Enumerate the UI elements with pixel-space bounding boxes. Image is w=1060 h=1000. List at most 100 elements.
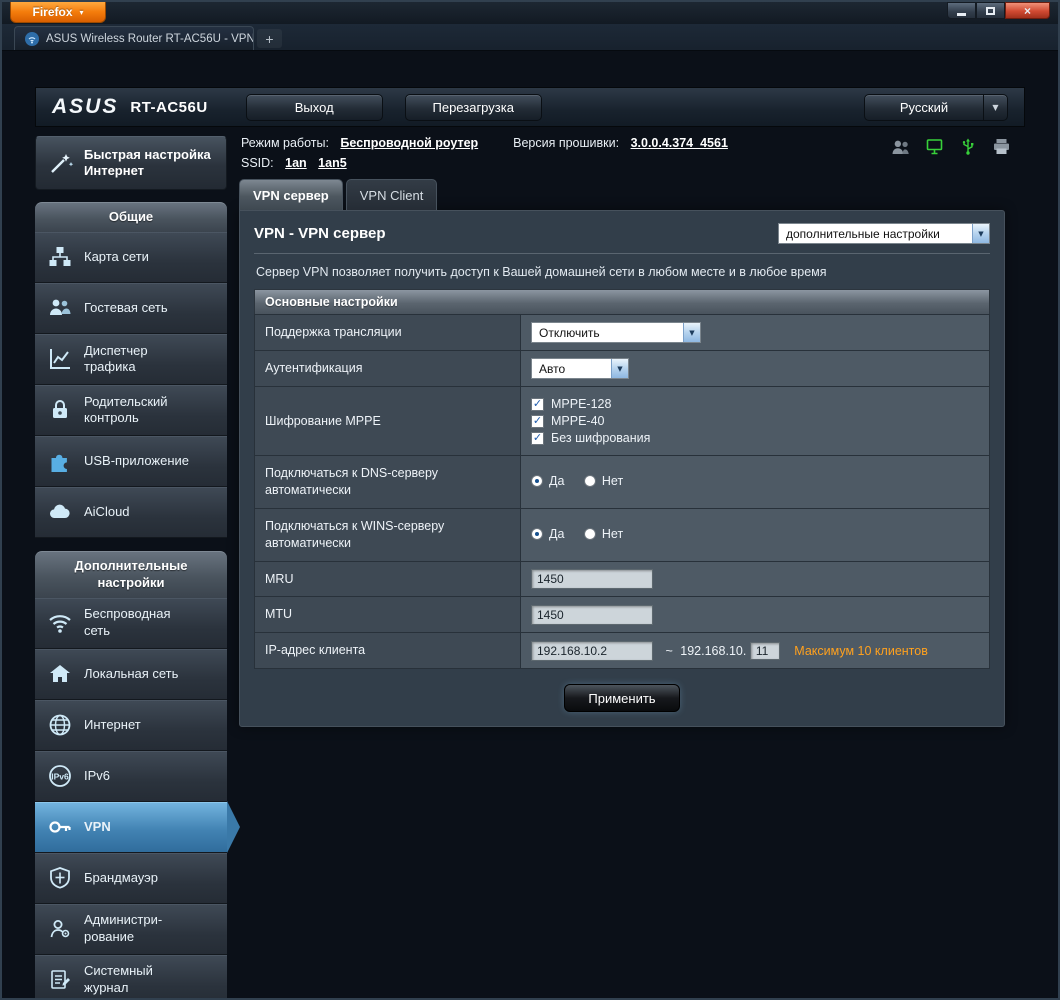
dns-auto-no-radio[interactable]: Нет <box>583 474 623 488</box>
settings-mode-select[interactable]: дополнительные настройки ▼ <box>778 223 990 244</box>
guest-network-icon <box>45 295 75 321</box>
radio-label: Да <box>549 473 565 488</box>
sidebar-item-firewall[interactable]: Брандмауэр <box>35 852 227 904</box>
table-row-mtu: MTU <box>254 596 990 634</box>
reboot-button[interactable]: Перезагрузка <box>404 93 542 121</box>
sidebar-header-general: Общие <box>35 202 227 232</box>
no-encryption-checkbox[interactable]: Без шифрования <box>531 431 979 445</box>
printer-icon[interactable] <box>992 138 1011 155</box>
dns-auto-yes-radio[interactable]: Да <box>531 474 564 488</box>
sidebar-item-network-map[interactable]: Карта сети <box>35 231 227 283</box>
sidebar-item-parental-control[interactable]: Родительский контроль <box>35 384 227 436</box>
row-value <box>520 560 990 598</box>
ssid-link-2[interactable]: 1an5 <box>318 156 347 170</box>
close-button[interactable]: × <box>1005 2 1050 19</box>
vpn-settings-panel: VPN - VPN сервер дополнительные настройк… <box>239 210 1005 728</box>
new-tab-button[interactable]: + <box>257 29 282 48</box>
svg-text:IPv6: IPv6 <box>51 772 69 782</box>
broadcast-support-value: Отключить <box>539 325 600 340</box>
sidebar-item-vpn[interactable]: VPN <box>35 801 227 853</box>
sidebar-item-label: Родительский контроль <box>84 393 168 426</box>
ssid-link-1[interactable]: 1an <box>285 156 307 170</box>
sidebar-group-advanced: Дополнительные настройки Беспроводная се… <box>35 550 227 998</box>
page-viewport: ASUS RT-AC56U Выход Перезагрузка Русский… <box>2 50 1058 998</box>
settings-table: Поддержка трансляции Отключить ▼ Аутенти… <box>254 314 990 670</box>
ipv6-icon: IPv6 <box>45 763 75 789</box>
radio-selected-icon <box>531 474 543 487</box>
row-label: Шифрование MPPE <box>254 386 521 456</box>
authentication-select[interactable]: Авто ▼ <box>531 358 629 379</box>
authentication-value: Авто <box>539 361 566 376</box>
radio-icon <box>583 527 596 540</box>
sidebar-item-aicloud[interactable]: AiCloud <box>35 486 227 538</box>
usb-status-icon[interactable] <box>959 138 977 155</box>
sidebar-item-label: Администри-рование <box>84 912 163 945</box>
sidebar-item-administration[interactable]: Администри-рование <box>35 903 227 955</box>
sidebar-header-advanced: Дополнительные настройки <box>35 550 227 598</box>
browser-tab[interactable]: ASUS Wireless Router RT-AC56U - VPN c... <box>14 26 254 50</box>
logout-button[interactable]: Выход <box>245 93 383 121</box>
sidebar-item-label: IPv6 <box>84 767 111 783</box>
sidebar-item-system-log[interactable]: Системный журнал <box>35 954 227 998</box>
ssid-label: SSID: <box>241 156 274 170</box>
max-clients-note: Максимум 10 клиентов <box>794 643 928 658</box>
router-header: ASUS RT-AC56U Выход Перезагрузка Русский… <box>35 87 1025 127</box>
sidebar-item-label: Системный журнал <box>84 963 153 996</box>
minimize-icon <box>957 12 966 16</box>
sidebar-item-quick-setup[interactable]: Быстрая настройка Интернет <box>35 136 227 190</box>
row-value: Авто ▼ <box>520 350 990 387</box>
language-label: Русский <box>899 99 949 115</box>
sidebar-item-guest-network[interactable]: Гостевая сеть <box>35 282 227 334</box>
wins-auto-no-radio[interactable]: Нет <box>583 526 624 541</box>
admin-person-icon <box>45 916 75 942</box>
traffic-manager-icon <box>45 346 75 372</box>
magic-wand-icon <box>46 150 76 176</box>
router-body: Быстрая настройка Интернет Общие Карта с… <box>35 127 1025 998</box>
clients-icon[interactable] <box>891 138 910 155</box>
broadcast-support-select[interactable]: Отключить ▼ <box>531 322 701 343</box>
table-row-authentication: Аутентификация Авто ▼ <box>254 350 990 387</box>
minimize-button[interactable] <box>947 2 976 19</box>
mppe-128-checkbox[interactable]: MPPE-128 <box>531 397 979 411</box>
browser-window: Firefox ▾ × ASUS Wireless Router RT-AC56… <box>0 0 1060 1000</box>
language-selector[interactable]: Русский ▼ <box>864 93 1008 121</box>
maximize-button[interactable] <box>976 2 1005 19</box>
mtu-input[interactable] <box>531 604 653 625</box>
sidebar-item-usb-application[interactable]: USB-приложение <box>35 435 227 487</box>
sidebar-item-wan[interactable]: Интернет <box>35 699 227 751</box>
radio-icon <box>583 474 596 487</box>
checkbox-label: Без шифрования <box>551 431 651 445</box>
row-label: MRU <box>254 560 521 598</box>
tab-vpn-server[interactable]: VPN сервер <box>239 179 343 210</box>
router-model: RT-AC56U <box>130 98 208 116</box>
router-ui: ASUS RT-AC56U Выход Перезагрузка Русский… <box>35 87 1025 998</box>
main-content: Режим работы: Беспроводной роутер Версия… <box>227 127 1025 728</box>
status-icons <box>891 136 1021 176</box>
sidebar-item-traffic-manager[interactable]: Диспетчер трафика <box>35 333 227 385</box>
vpn-key-icon <box>45 814 75 840</box>
row-value: Отключить ▼ <box>520 314 990 351</box>
radio-label: Нет <box>601 526 624 541</box>
section-header: Основные настройки <box>254 289 990 314</box>
table-row-dns: Подключаться к DNS-серверу автоматически… <box>254 455 990 509</box>
sidebar-item-wireless[interactable]: Беспроводная сеть <box>35 597 227 649</box>
sidebar-item-ipv6[interactable]: IPv6 IPv6 <box>35 750 227 802</box>
firmware-version-link[interactable]: 3.0.0.4.374_4561 <box>631 136 728 150</box>
checkbox-label: MPPE-128 <box>551 397 612 411</box>
tab-vpn-client[interactable]: VPN Client <box>345 179 438 210</box>
row-value: Да Нет <box>520 455 990 509</box>
window-titlebar: Firefox ▾ × <box>2 2 1058 24</box>
operation-mode-link[interactable]: Беспроводной роутер <box>340 136 478 150</box>
sidebar-item-label: Гостевая сеть <box>84 299 168 315</box>
firefox-menu-button[interactable]: Firefox ▾ <box>10 2 106 23</box>
apply-button[interactable]: Применить <box>564 684 680 713</box>
mru-input[interactable] <box>531 568 653 589</box>
sidebar-item-lan[interactable]: Локальная сеть <box>35 648 227 700</box>
client-ip-end-input[interactable] <box>749 641 780 660</box>
client-ip-start-input[interactable] <box>531 640 653 661</box>
mppe-40-checkbox[interactable]: MPPE-40 <box>531 414 979 428</box>
row-value: ~ 192.168.10. Максимум 10 клиентов <box>520 632 990 670</box>
chevron-down-icon: ▼ <box>983 94 1007 120</box>
wired-lan-status-icon[interactable] <box>925 138 944 155</box>
wins-auto-yes-radio[interactable]: Да <box>531 527 564 541</box>
